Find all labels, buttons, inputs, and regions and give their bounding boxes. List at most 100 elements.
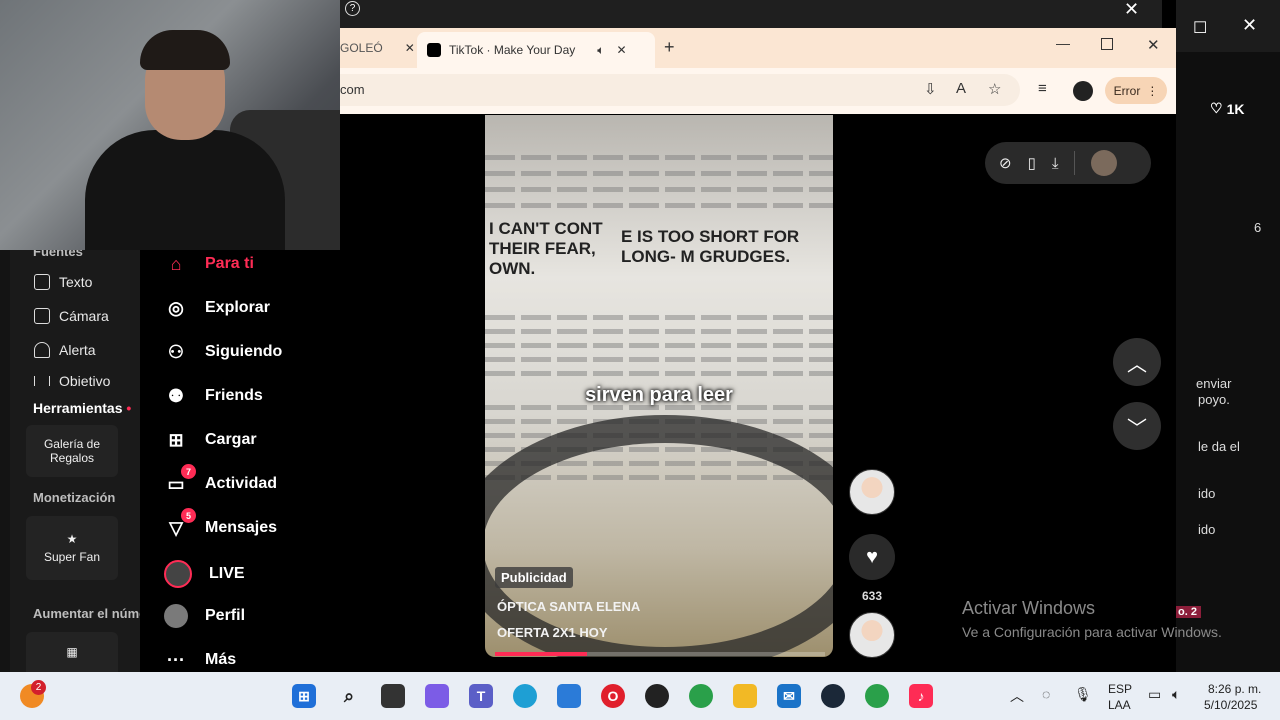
nav-more[interactable]: ··· Más (164, 648, 236, 672)
maximize-icon[interactable]: ☐ (1193, 18, 1207, 38)
nav-live[interactable]: LIVE (164, 560, 245, 588)
tools-heading: Herramientas • (33, 400, 131, 416)
bookmark-star-icon[interactable]: ☆ (988, 80, 1001, 98)
tab-close-icon[interactable]: ✕ (616, 43, 626, 57)
tab-tiktok[interactable]: TikTok · Make Your Day 🔈︎ ✕ (417, 32, 655, 68)
studio-item-label: Texto (59, 274, 93, 290)
opera-icon[interactable]: O (601, 684, 625, 708)
windows-start-icon[interactable]: ⊞ (292, 684, 316, 708)
outer-close-icon[interactable]: ✕ (1124, 0, 1139, 20)
chrome-active-icon[interactable] (865, 684, 889, 708)
tab-other[interactable]: GOLEÓ ✕ (340, 34, 417, 62)
glasses-frame (485, 415, 833, 657)
tiktok-app-icon[interactable]: ♪ (909, 684, 933, 708)
advertiser-name[interactable]: ÓPTICA SANTA ELENA (497, 599, 640, 614)
nav-label: Explorar (205, 299, 270, 316)
error-button[interactable]: Error ⋮ (1105, 77, 1167, 104)
side-text-3: le da el (1198, 439, 1240, 454)
nav-for-you[interactable]: ⌂ Para ti (164, 252, 254, 276)
nav-friends[interactable]: ⚉ Friends (164, 384, 263, 408)
language-code[interactable]: ESP (1108, 682, 1132, 696)
tray-app-icon[interactable]: ◌ (1042, 686, 1050, 702)
edge-icon[interactable] (513, 684, 537, 708)
friends-icon: ⚉ (167, 385, 185, 406)
keyboard-layout[interactable]: LAA (1108, 698, 1131, 712)
nav-profile[interactable]: Perfil (164, 604, 245, 628)
minimize-icon[interactable]: — (1056, 35, 1070, 51)
star-icon: ★ (66, 532, 78, 546)
outer-titlebar (340, 0, 1162, 28)
gift-gallery-button[interactable]: Galería de Regalos (26, 425, 118, 477)
network-icon[interactable]: ▭ (1148, 686, 1161, 703)
like-button[interactable]: ♥ (849, 534, 895, 580)
address-bar[interactable]: com (340, 74, 1020, 106)
side-text-1: enviar (1196, 376, 1232, 391)
notification-badge: 2 (31, 680, 46, 695)
tab-close-icon[interactable]: ✕ (405, 41, 415, 55)
calendar-icon: ▦ (66, 645, 78, 659)
chrome-icon[interactable] (689, 684, 713, 708)
search-icon[interactable]: ⌕ (337, 684, 361, 708)
nav-activity[interactable]: ▭ 7 Actividad (164, 464, 277, 496)
clock-time[interactable]: 8:26 p. m. (1208, 682, 1261, 696)
activity-icon: ▭ 7 (164, 464, 196, 496)
restore-icon[interactable] (1101, 38, 1113, 50)
progress-fill (495, 652, 588, 656)
speed-icon[interactable]: ⊘ (999, 154, 1012, 172)
activate-windows-title: Activar Windows (962, 598, 1096, 618)
help-icon[interactable]: ? (345, 1, 360, 16)
teams-icon[interactable]: T (469, 684, 493, 708)
live-avatar-icon (164, 560, 192, 588)
media-control-icon[interactable]: ≡ (1038, 80, 1047, 97)
user-avatar[interactable] (1091, 150, 1118, 176)
studio-item-alert[interactable]: Alerta (34, 342, 96, 358)
studio-item-label: Cámara (59, 308, 109, 324)
microphone-icon[interactable]: 🎙︎ (1074, 686, 1092, 703)
volume-icon[interactable]: 🔈︎ (1172, 686, 1180, 703)
speaker-icon[interactable]: 🔈︎ (597, 43, 604, 58)
close-icon[interactable]: ✕ (1242, 15, 1257, 36)
nav-explore[interactable]: ◎ Explorar (164, 296, 270, 320)
studio-item-text[interactable]: Texto (34, 274, 92, 290)
streamer-hair (140, 30, 230, 70)
calendar-button[interactable]: ▦ (26, 632, 118, 672)
likes-counter: ♡ 1K (1210, 100, 1244, 117)
sound-avatar[interactable] (849, 612, 895, 658)
side-text-5: ido (1198, 522, 1216, 537)
send-icon: ▽ 5 (164, 508, 196, 540)
clock-date[interactable]: 5/10/2025 (1204, 698, 1257, 712)
text-icon (34, 274, 50, 290)
phone-icon[interactable]: ▯ (1028, 154, 1036, 172)
window-close-icon[interactable]: ✕ (1147, 36, 1160, 54)
super-fan-label: Super Fan (43, 550, 101, 564)
copilot-icon[interactable] (425, 684, 449, 708)
creator-avatar[interactable] (849, 469, 895, 515)
steam-icon[interactable] (821, 684, 845, 708)
nav-label: Friends (205, 387, 263, 404)
studio-item-goal[interactable]: Objetivo (34, 376, 110, 386)
nav-upload[interactable]: ⊞ Cargar (164, 428, 256, 452)
nav-messages[interactable]: ▽ 5 Mensajes (164, 508, 277, 540)
app-icon[interactable] (645, 684, 669, 708)
super-fan-button[interactable]: ★ Super Fan (26, 516, 118, 580)
install-app-icon[interactable]: ⇩ (924, 80, 937, 98)
likes-value: 1K (1226, 100, 1245, 117)
tools-heading-label: Herramientas (33, 400, 123, 416)
previous-video-button[interactable]: ︿ (1113, 338, 1161, 386)
download-icon[interactable]: ⤓ (1052, 155, 1059, 172)
store-icon[interactable] (557, 684, 581, 708)
camera-icon (34, 308, 50, 324)
profile-avatar[interactable] (1073, 81, 1093, 101)
webcam-overlay (0, 0, 340, 250)
chevron-up-tray-icon[interactable]: ︿ (1010, 686, 1024, 706)
studio-item-camera[interactable]: Cámara (34, 308, 109, 324)
new-tab-icon[interactable]: + (664, 37, 675, 58)
task-view-icon[interactable] (381, 684, 405, 708)
next-video-button[interactable]: ﹀ (1113, 402, 1161, 450)
activity-badge: 7 (181, 464, 196, 479)
file-explorer-icon[interactable] (733, 684, 757, 708)
translate-icon[interactable]: A (956, 80, 966, 97)
url-text: com (340, 82, 365, 97)
nav-following[interactable]: ⚇ Siguiendo (164, 340, 282, 364)
mail-icon[interactable]: ✉ (777, 684, 801, 708)
